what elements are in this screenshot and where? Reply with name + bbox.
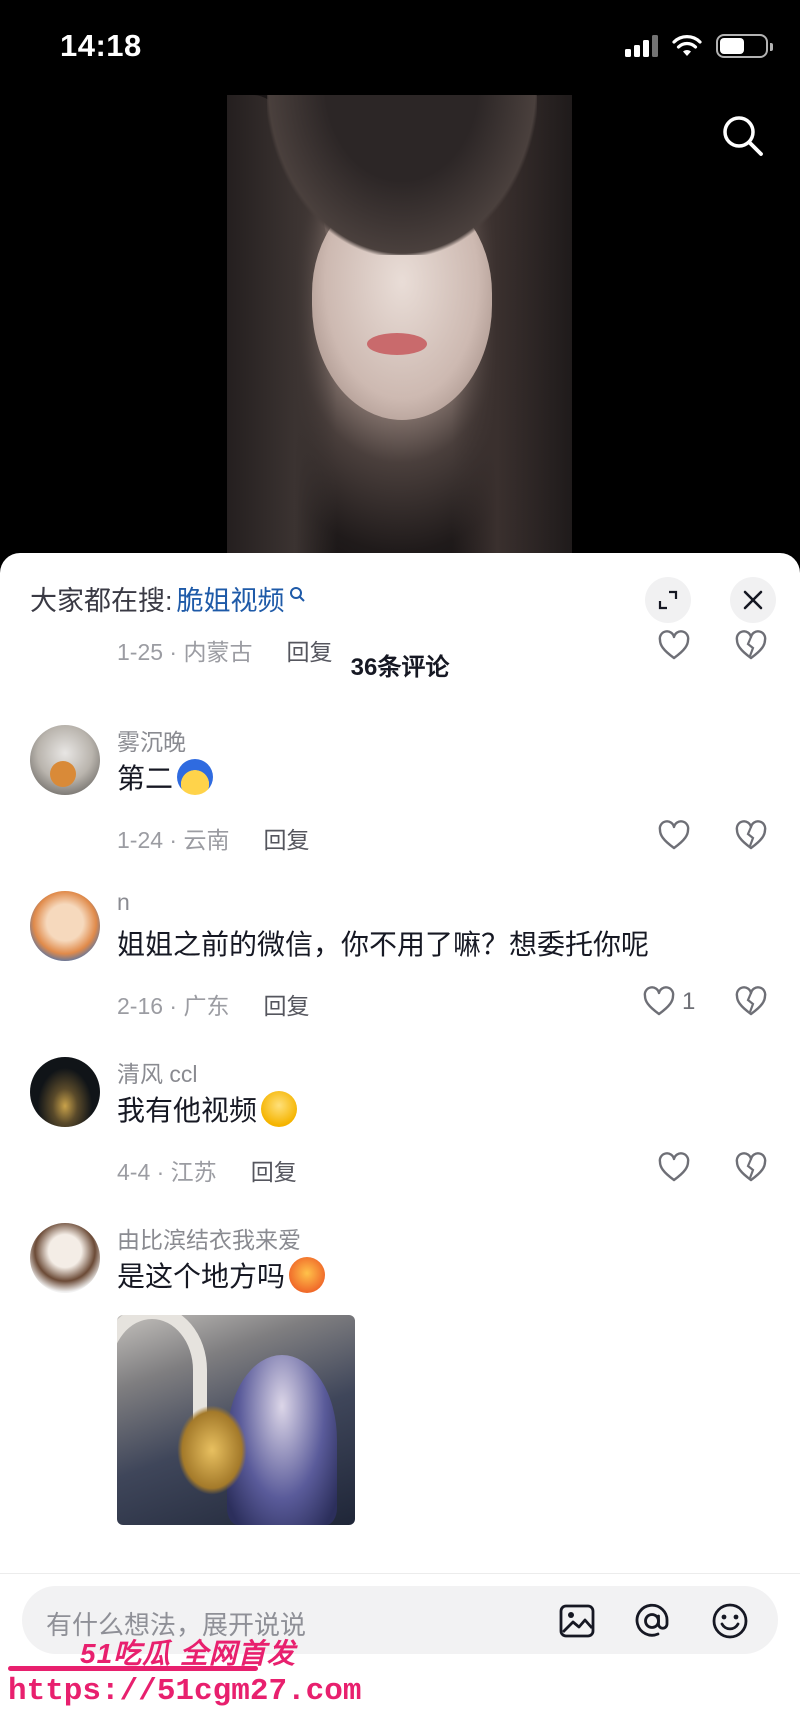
comment-text-content: 是这个地方吗 xyxy=(117,1261,286,1292)
broken-heart-icon xyxy=(735,630,767,660)
watermark-stripe xyxy=(8,1666,258,1671)
comment-text-content: 我有他视频 xyxy=(117,1095,258,1126)
comment-date-location: 2-16 · 广东 xyxy=(117,993,230,1019)
dislike-button[interactable] xyxy=(734,629,768,668)
reply-button[interactable]: 回复 xyxy=(263,987,309,1021)
broken-heart-icon xyxy=(735,1152,767,1182)
reply-button[interactable]: 回复 xyxy=(251,1153,297,1187)
comment-text: 是这个地方吗 xyxy=(117,1255,326,1295)
watermark: 51吃瓜 全网首发 https://51cgm27.com xyxy=(0,1632,361,1731)
reply-button[interactable]: 回复 xyxy=(286,633,332,667)
battery-icon xyxy=(716,34,773,58)
heart-icon xyxy=(658,1152,690,1182)
username[interactable]: 雾沉晚 xyxy=(117,723,186,757)
at-icon[interactable] xyxy=(632,1601,672,1641)
emoji-sweat-icon xyxy=(177,759,214,795)
like-button[interactable] xyxy=(657,1151,691,1185)
comment-item: 清风 ccl 我有他视频 4-4 · 江苏 回复 xyxy=(0,1025,800,1185)
comment-meta: 1-25 · 内蒙古 回复 xyxy=(117,633,332,667)
hot-search-label: 大家都在搜: xyxy=(30,586,173,616)
comment-text: 我有他视频 xyxy=(117,1089,298,1129)
username[interactable]: 清风 ccl xyxy=(117,1055,198,1089)
status-time: 14:18 xyxy=(60,28,142,63)
comment-text-content: 姐姐之前的微信，你不用了嘛？想委托你呢 xyxy=(117,929,650,960)
emoji-excited-icon xyxy=(289,1257,326,1293)
reply-button[interactable]: 回复 xyxy=(263,821,309,855)
heart-icon xyxy=(643,986,675,1016)
status-bar: 14:18 xyxy=(0,0,800,95)
watermark-url: https://51cgm27.com xyxy=(8,1674,362,1709)
comment-meta: 2-16 · 广东 回复 xyxy=(117,987,309,1021)
like-count: 1 xyxy=(682,988,696,1015)
video-area[interactable] xyxy=(0,95,800,555)
comment-meta: 1-24 · 云南 回复 xyxy=(117,821,309,855)
username[interactable]: n xyxy=(117,889,130,916)
hot-search-term[interactable]: 脆姐视频 xyxy=(177,579,285,618)
sheet-header: 大家都在搜: 脆姐视频 xyxy=(0,553,800,633)
avatar[interactable] xyxy=(30,1223,100,1293)
comment-item: n 姐姐之前的微信，你不用了嘛？想委托你呢 2-16 · 广东 回复 1 xyxy=(0,859,800,1019)
comment-sheet: 大家都在搜: 脆姐视频 36条评论 1-25 · 内蒙古 回复 雾沉晚 第二 1… xyxy=(0,553,800,1731)
video-frame[interactable] xyxy=(227,95,572,555)
emoji-icon[interactable] xyxy=(710,1601,750,1641)
comment-date-location: 1-25 · 内蒙古 xyxy=(117,639,253,665)
comment-item: 雾沉晚 第二 1-24 · 云南 回复 xyxy=(0,693,800,853)
dislike-button[interactable] xyxy=(734,819,768,858)
comment-text: 第二 xyxy=(117,757,214,797)
like-button[interactable] xyxy=(657,819,691,853)
image-icon[interactable] xyxy=(557,1601,597,1641)
like-button[interactable] xyxy=(657,629,691,663)
username[interactable]: 由比滨结衣我来爱 xyxy=(117,1221,301,1255)
comment-date-location: 1-24 · 云南 xyxy=(117,827,230,853)
comment-date-location: 4-4 · 江苏 xyxy=(117,1159,217,1185)
broken-heart-icon xyxy=(735,986,767,1016)
comment-image[interactable] xyxy=(117,1315,355,1525)
small-search-icon xyxy=(289,586,305,602)
broken-heart-icon xyxy=(735,820,767,850)
wifi-icon xyxy=(672,35,702,56)
emoji-blush-icon xyxy=(261,1091,298,1127)
close-button[interactable] xyxy=(730,577,776,623)
cellular-signal-icon xyxy=(625,35,658,57)
like-button[interactable]: 1 xyxy=(642,985,695,1019)
comment-meta: 4-4 · 江苏 回复 xyxy=(117,1153,297,1187)
comment-text-content: 第二 xyxy=(117,763,174,794)
close-icon xyxy=(743,590,763,610)
search-icon[interactable] xyxy=(720,113,766,159)
heart-icon xyxy=(658,630,690,660)
status-icons xyxy=(625,34,773,58)
expand-button[interactable] xyxy=(645,577,691,623)
avatar[interactable] xyxy=(30,891,100,961)
comment-text: 姐姐之前的微信，你不用了嘛？想委托你呢 xyxy=(117,923,649,963)
comment-item: 由比滨结衣我来爱 是这个地方吗 xyxy=(0,1191,800,1591)
dislike-button[interactable] xyxy=(734,1151,768,1190)
avatar[interactable] xyxy=(30,725,100,795)
hot-search[interactable]: 大家都在搜: 脆姐视频 xyxy=(30,579,305,618)
dislike-button[interactable] xyxy=(734,985,768,1024)
avatar[interactable] xyxy=(30,1057,100,1127)
heart-icon xyxy=(658,820,690,850)
expand-icon xyxy=(658,590,678,610)
